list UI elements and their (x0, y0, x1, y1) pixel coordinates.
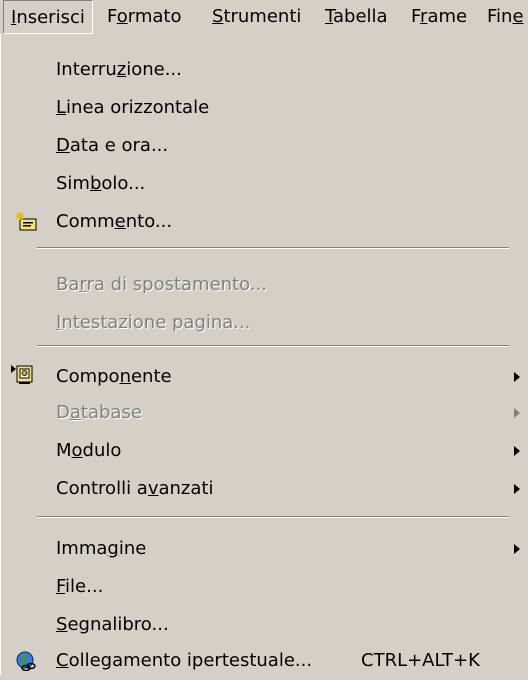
menu-separator (37, 247, 509, 249)
menu-item-modulo[interactable]: Modulo (1, 432, 528, 470)
menu-item-label: Simbolo... (56, 173, 146, 194)
menu-label-accel: o (116, 6, 128, 27)
menu-label-accel: S (212, 6, 224, 27)
menu-label-post: abella (333, 6, 388, 27)
menu-strumenti[interactable]: Strumenti (205, 0, 308, 34)
menu-item-label: Interruzione... (56, 59, 182, 80)
menu-item-label: Modulo (56, 440, 122, 461)
menu-label-post: rmato (127, 6, 182, 27)
menu-item-label: Collegamento ipertestuale... (56, 650, 313, 671)
menu-formato[interactable]: Formato (100, 0, 188, 34)
menu-item-collegamento-ipertestuale[interactable]: Collegamento ipertestuale... CTRL+ALT+K (1, 642, 528, 680)
menu-label-post: ame (427, 6, 468, 27)
menu-item-linea-orizzontale[interactable]: Linea orizzontale (1, 89, 528, 127)
menu-label-accel: e (512, 6, 524, 27)
component-icon (11, 365, 33, 384)
menu-item-intestazione-pagina[interactable]: Intestazione pagina... (1, 304, 528, 342)
submenu-arrow-icon (514, 484, 520, 494)
menu-label-pre: F (411, 6, 421, 27)
menu-label-post: nserisci (16, 7, 85, 28)
menu-inserisci[interactable]: Inserisci (3, 0, 93, 34)
menu-item-label: File... (56, 576, 104, 597)
menu-frame[interactable]: Frame (404, 0, 474, 34)
menu-label-pre: F (107, 6, 117, 27)
menu-separator (37, 345, 509, 347)
menu-label-accel: T (325, 6, 334, 27)
menu-item-data-e-ora[interactable]: Data e ora... (1, 127, 528, 165)
menu-item-segnalibro[interactable]: Segnalibro... (1, 606, 528, 644)
inserisci-dropdown-menu: Interruzione... Linea orizzontale Data e… (0, 34, 528, 675)
menu-item-simbolo[interactable]: Simbolo... (1, 165, 528, 203)
menu-item-database[interactable]: Database (1, 394, 528, 432)
menu-item-barra-di-spostamento[interactable]: Barra di spostamento... (1, 266, 528, 304)
menu-item-shortcut: CTRL+ALT+K (361, 650, 480, 671)
menu-bar: Inserisci Formato Strumenti Tabella Fram… (0, 0, 528, 34)
menu-label-pre: Fin (487, 6, 513, 27)
menu-item-componente[interactable]: Componente (1, 358, 528, 396)
menu-item-label: Linea orizzontale (56, 97, 210, 118)
menu-item-label: Segnalibro... (56, 614, 169, 635)
menu-item-interruzione[interactable]: Interruzione... (1, 51, 528, 89)
menu-item-label: Controlli avanzati (56, 478, 214, 499)
menu-item-label: Database (56, 402, 142, 423)
menu-item-file[interactable]: File... (1, 568, 528, 606)
menu-item-label: Immagine (56, 538, 147, 559)
menu-item-immagine[interactable]: Immagine (1, 530, 528, 568)
menu-item-label: Commento... (56, 211, 173, 232)
menu-item-label: Data e ora... (56, 135, 169, 156)
menu-item-commento[interactable]: Commento... (1, 203, 528, 241)
submenu-arrow-icon (514, 408, 520, 418)
hyperlink-globe-icon (16, 651, 36, 671)
menu-item-label: Intestazione pagina... (56, 312, 251, 333)
submenu-arrow-icon (514, 446, 520, 456)
menu-label-post: trumenti (223, 6, 302, 27)
submenu-arrow-icon (514, 372, 520, 382)
new-comment-icon (16, 212, 37, 231)
menu-item-controlli-avanzati[interactable]: Controlli avanzati (1, 470, 528, 508)
submenu-arrow-icon (514, 544, 520, 554)
menu-finestra[interactable]: Fine (480, 0, 528, 34)
menu-tabella[interactable]: Tabella (318, 0, 395, 34)
menu-item-label: Barra di spostamento... (56, 274, 268, 295)
menu-separator (37, 516, 509, 518)
menu-item-label: Componente (56, 366, 172, 387)
